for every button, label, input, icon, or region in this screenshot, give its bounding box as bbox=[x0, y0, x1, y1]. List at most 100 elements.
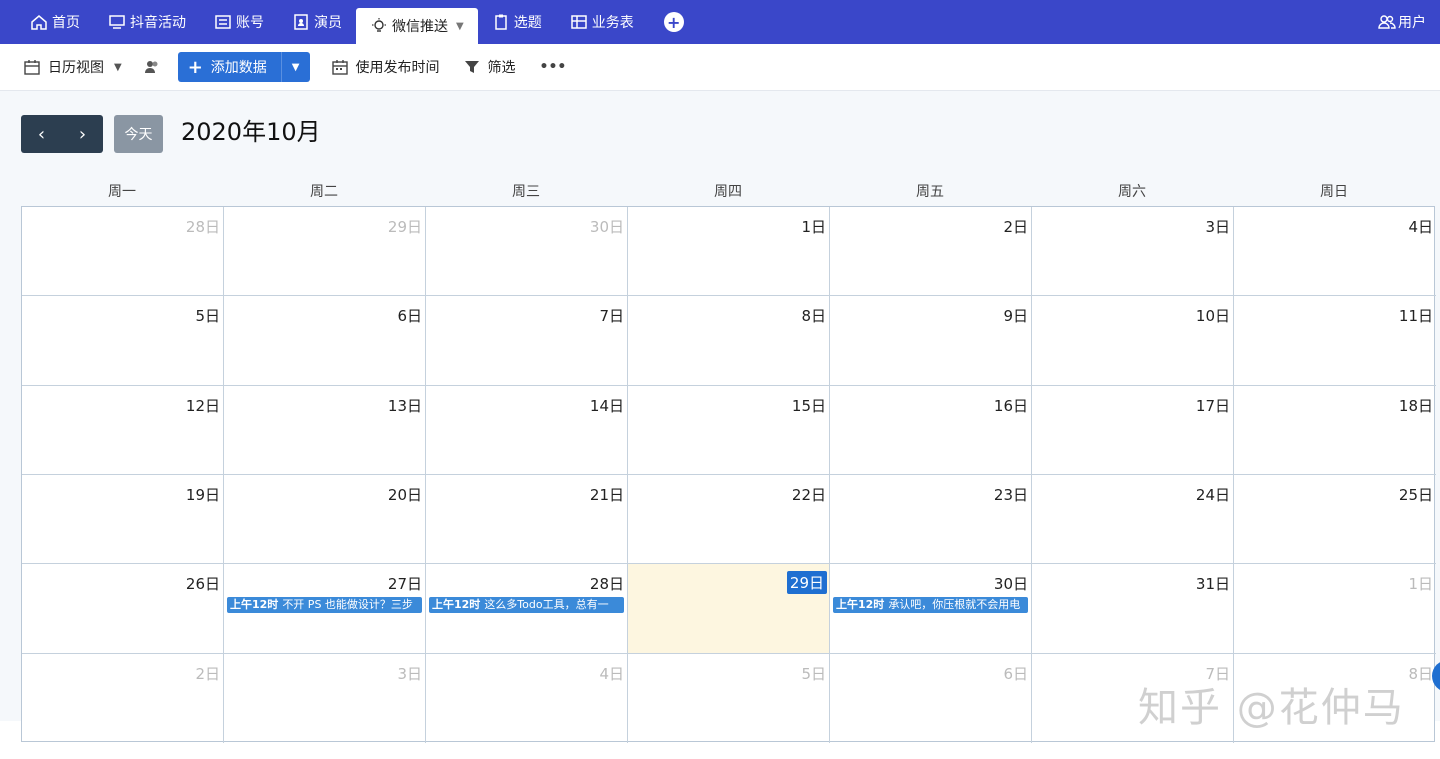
watermark: 知乎 @花仲马 bbox=[1138, 685, 1405, 731]
toolbar: 日历视图 ▼ + 添加数据 ▼ 使用发布时间 筛选 ••• bbox=[0, 44, 1440, 91]
day-number: 1日 bbox=[1408, 575, 1433, 594]
day-cell[interactable]: 30日 bbox=[426, 207, 628, 297]
day-number: 9日 bbox=[1003, 307, 1028, 326]
day-cell[interactable]: 9日 bbox=[830, 296, 1032, 386]
today-button[interactable]: 今天 bbox=[114, 115, 163, 153]
day-cell[interactable]: 14日 bbox=[426, 385, 628, 475]
day-cell[interactable]: 6日 bbox=[830, 653, 1032, 743]
day-cell[interactable]: 15日 bbox=[628, 385, 830, 475]
tab-1[interactable]: 抖音活动 bbox=[94, 0, 200, 44]
day-cell[interactable]: 2日 bbox=[830, 207, 1032, 297]
day-cell[interactable]: 3日 bbox=[224, 653, 426, 743]
day-number: 8日 bbox=[1408, 664, 1433, 683]
user-label: 用户 bbox=[1398, 15, 1426, 31]
day-cell[interactable]: 13日 bbox=[224, 385, 426, 475]
day-cell[interactable]: 7日 bbox=[426, 296, 628, 386]
day-cell[interactable]: 27日上午12时 不开 PS 也能做设计？三步 bbox=[224, 564, 426, 654]
day-number: 5日 bbox=[801, 664, 826, 683]
lightbulb-icon bbox=[370, 17, 388, 35]
tab-label: 演员 bbox=[314, 15, 342, 31]
day-cell[interactable]: 4日 bbox=[426, 653, 628, 743]
tab-6[interactable]: 业务表 bbox=[556, 0, 648, 44]
add-tab-plus-icon[interactable]: + bbox=[663, 12, 684, 32]
day-number: 30日 bbox=[589, 218, 624, 236]
day-number: 14日 bbox=[589, 396, 624, 415]
day-cell[interactable]: 21日 bbox=[426, 475, 628, 565]
day-cell[interactable]: 12日 bbox=[22, 385, 224, 475]
day-cell[interactable]: 22日 bbox=[628, 475, 830, 565]
day-cell[interactable]: 6日 bbox=[224, 296, 426, 386]
day-cell[interactable]: 28日上午12时 这么多Todo工具，总有一 bbox=[426, 564, 628, 654]
day-cell[interactable]: 1日 bbox=[1234, 564, 1436, 654]
filter-icon bbox=[464, 61, 479, 73]
day-number: 10日 bbox=[1195, 307, 1230, 326]
today-date-badge: 29日 bbox=[786, 571, 827, 595]
tab-label: 业务表 bbox=[591, 15, 634, 31]
tab-0[interactable]: 首页 bbox=[16, 0, 94, 44]
day-number: 15日 bbox=[791, 396, 826, 415]
day-cell[interactable]: 20日 bbox=[224, 475, 426, 565]
day-cell[interactable]: 2日 bbox=[22, 653, 224, 743]
day-number: 28日 bbox=[589, 575, 624, 594]
day-cell[interactable]: 31日 bbox=[1032, 564, 1234, 654]
event-time: 上午12时 bbox=[230, 598, 279, 612]
day-number: 8日 bbox=[801, 307, 826, 326]
divider bbox=[280, 52, 282, 82]
day-cell[interactable]: 17日 bbox=[1032, 385, 1234, 475]
date-field-label: 使用发布时间 bbox=[355, 60, 440, 76]
prev-month-button[interactable]: ‹ bbox=[21, 115, 62, 153]
day-cell[interactable]: 29日 bbox=[628, 564, 830, 654]
day-number: 4日 bbox=[599, 664, 624, 683]
day-cell[interactable]: 29日 bbox=[224, 207, 426, 297]
day-number: 7日 bbox=[599, 307, 624, 326]
day-cell[interactable]: 3日 bbox=[1032, 207, 1234, 297]
day-cell[interactable]: 23日 bbox=[830, 475, 1032, 565]
tab-4[interactable]: 微信推送 ▼ bbox=[356, 8, 478, 44]
day-number: 19日 bbox=[185, 486, 220, 504]
day-number: 1日 bbox=[801, 218, 826, 236]
day-cell[interactable]: 24日 bbox=[1032, 475, 1234, 565]
day-cell[interactable]: 11日 bbox=[1234, 296, 1436, 386]
day-cell[interactable]: 4日 bbox=[1234, 207, 1436, 297]
day-cell[interactable]: 1日 bbox=[628, 207, 830, 297]
home-icon bbox=[30, 13, 48, 31]
more-options-button[interactable]: ••• bbox=[540, 59, 567, 75]
tab-5[interactable]: 选题 bbox=[478, 0, 556, 44]
day-cell[interactable]: 8日 bbox=[628, 296, 830, 386]
day-number: 6日 bbox=[1003, 664, 1028, 683]
user-menu[interactable]: 用户 bbox=[1378, 0, 1426, 44]
day-cell[interactable]: 28日 bbox=[22, 207, 224, 297]
day-number: 27日 bbox=[387, 575, 422, 594]
day-number: 31日 bbox=[1195, 575, 1230, 594]
tab-menu-chevron-icon[interactable]: ▼ bbox=[456, 21, 464, 32]
weekday-label: 周四 bbox=[714, 184, 742, 200]
date-field-selector[interactable]: 使用发布时间 bbox=[331, 57, 440, 77]
day-cell[interactable]: 26日 bbox=[22, 564, 224, 654]
day-number: 25日 bbox=[1398, 486, 1433, 504]
calendar-grid: 28日 29日 30日 1日 2日 3日 4日 5日 6日 7日 8日 9日 10日 11日 12日 13日 1… bbox=[21, 206, 1436, 743]
day-cell[interactable]: 30日 上午12时 承认吧，你压根就不会用电 bbox=[830, 564, 1032, 654]
filter-label: 筛选 bbox=[487, 60, 516, 76]
filter-button[interactable]: 筛选 bbox=[464, 57, 516, 77]
view-switcher[interactable]: 日历视图 ▼ bbox=[24, 57, 122, 77]
day-number: 6日 bbox=[397, 307, 422, 326]
tab-2[interactable]: 账号 bbox=[200, 0, 278, 44]
day-cell[interactable]: 18日 bbox=[1234, 386, 1436, 475]
calendar-event[interactable]: 上午12时 不开 PS 也能做设计？三步 bbox=[227, 597, 422, 614]
next-month-button[interactable]: › bbox=[62, 115, 103, 153]
day-cell[interactable]: 5日 bbox=[22, 296, 224, 386]
day-cell[interactable]: 19日 bbox=[22, 475, 224, 565]
tab-label: 首页 bbox=[52, 15, 80, 31]
calendar-event[interactable]: 上午12时 承认吧，你压根就不会用电 bbox=[833, 597, 1028, 614]
calendar-event[interactable]: 上午12时 这么多Todo工具，总有一 bbox=[429, 597, 624, 614]
members-button[interactable] bbox=[144, 59, 160, 75]
day-cell[interactable]: 10日 bbox=[1032, 296, 1234, 386]
add-dropdown-chevron-icon[interactable]: ▼ bbox=[292, 62, 300, 73]
day-cell[interactable]: 16日 bbox=[830, 385, 1032, 475]
day-number: 21日 bbox=[589, 486, 624, 504]
day-cell[interactable]: 25日 bbox=[1234, 475, 1436, 565]
day-cell[interactable]: 5日 bbox=[628, 653, 830, 743]
add-data-button[interactable]: + 添加数据 ▼ bbox=[177, 52, 310, 82]
tab-3[interactable]: 演员 bbox=[278, 0, 356, 44]
tab-label: 抖音活动 bbox=[130, 15, 186, 31]
